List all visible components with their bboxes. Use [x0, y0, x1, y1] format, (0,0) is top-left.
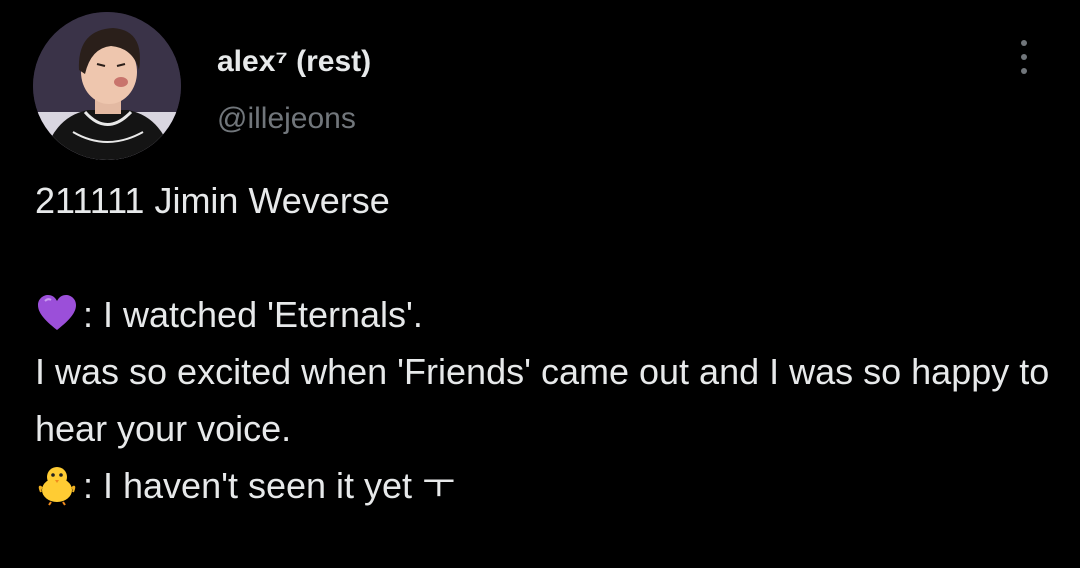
more-options-button[interactable] [1008, 36, 1040, 78]
tweet-line-1-text: : I watched 'Eternals'. [83, 294, 423, 335]
more-dot [1021, 40, 1027, 46]
purple-heart-icon [35, 291, 79, 335]
more-dot [1021, 54, 1027, 60]
baby-chick-icon [35, 462, 79, 506]
tweet-line-1: : I watched 'Eternals'. [35, 286, 1055, 343]
tweet-spacer [35, 229, 1055, 286]
user-handle[interactable]: @illejeons [217, 99, 356, 139]
tweet-line-3: : I haven't seen it yet ㅜ [35, 457, 1055, 514]
tweet-header-line: 211111 Jimin Weverse [35, 180, 390, 221]
tweet[interactable]: alex⁷ (rest) @illejeons 211111 Jimin Wev… [0, 0, 1080, 568]
display-name[interactable]: alex⁷ (rest) [217, 42, 371, 82]
tweet-line-3-text: : I haven't seen it yet ㅜ [83, 465, 456, 506]
avatar[interactable] [33, 12, 181, 160]
tweet-line-2: I was so excited when 'Friends' came out… [35, 351, 1050, 449]
tweet-text: 211111 Jimin Weverse : I watched 'Eterna… [35, 172, 1055, 514]
more-dot [1021, 68, 1027, 74]
